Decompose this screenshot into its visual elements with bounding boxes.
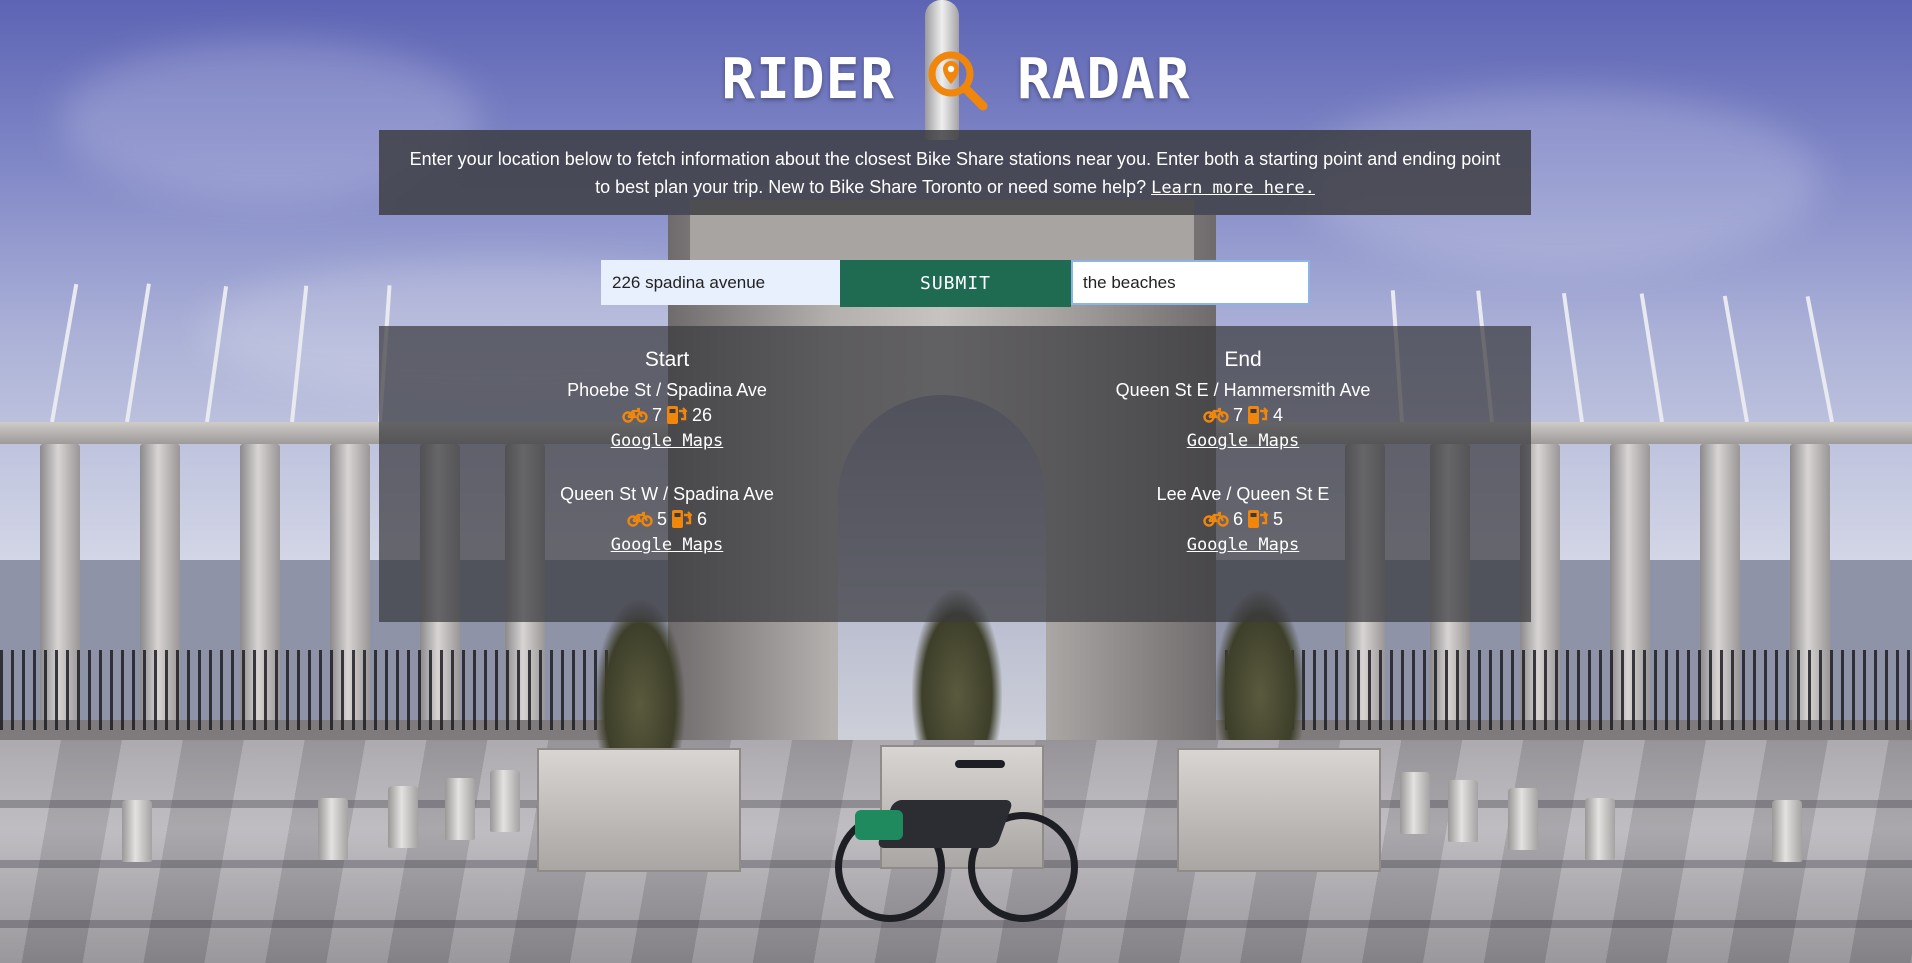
- station-name: Lee Ave / Queen St E: [1156, 484, 1330, 504]
- dock-station-icon: [1248, 406, 1269, 424]
- bollard: [318, 798, 348, 860]
- bollard: [1448, 780, 1478, 842]
- start-column: Start Phoebe St / Spadina Ave 7 26 Googl…: [379, 326, 955, 622]
- app-title: RIDER RADAR: [0, 44, 1912, 114]
- end-column: End Queen St E / Hammersmith Ave 7 4 Goo…: [955, 326, 1531, 622]
- bikes-available: 7: [651, 405, 662, 425]
- station-counts: 5 6: [379, 506, 955, 532]
- title-left: RIDER: [721, 46, 895, 112]
- station-counts: 7 26: [379, 402, 955, 428]
- bollard: [1772, 800, 1802, 862]
- station-name: Queen St E / Hammersmith Ave: [1115, 380, 1371, 400]
- plaza-stripe: [0, 920, 1912, 928]
- station-name: Queen St W / Spadina Ave: [560, 484, 774, 504]
- intro-panel: Enter your location below to fetch infor…: [379, 130, 1531, 215]
- station-name: Phoebe St / Spadina Ave: [567, 380, 767, 400]
- bollard: [1400, 772, 1430, 834]
- bike-handlebar: [955, 760, 1005, 768]
- bicycle-icon: [627, 511, 653, 527]
- start-heading: Start: [644, 348, 690, 371]
- intro-text: Enter your location below to fetch infor…: [409, 149, 1501, 197]
- google-maps-link[interactable]: Google Maps: [1187, 431, 1300, 451]
- bollard: [388, 786, 418, 848]
- bikes-available: 7: [1232, 405, 1243, 425]
- docks-available: 5: [1273, 509, 1284, 529]
- bike-basket: [855, 810, 903, 840]
- bicycle-icon: [622, 407, 648, 423]
- bollard: [122, 800, 152, 862]
- station-counts: 7 4: [955, 402, 1531, 428]
- docks-available: 26: [691, 405, 713, 425]
- search-form: SUBMIT: [601, 260, 1310, 307]
- planter: [1177, 748, 1381, 872]
- station-counts: 6 5: [955, 506, 1531, 532]
- tree: [595, 600, 685, 750]
- iron-fence: [1225, 650, 1912, 730]
- bikes-available: 6: [1232, 509, 1243, 529]
- learn-more-link[interactable]: Learn more here.: [1151, 178, 1315, 198]
- start-location-input[interactable]: [601, 260, 840, 305]
- title-right: RADAR: [1017, 46, 1191, 112]
- dock-station-icon: [666, 406, 688, 424]
- google-maps-link[interactable]: Google Maps: [1187, 535, 1300, 555]
- google-maps-link[interactable]: Google Maps: [611, 535, 724, 555]
- bollard: [445, 778, 475, 840]
- bicycle-icon: [1203, 511, 1229, 527]
- station-card: Queen St E / Hammersmith Ave 7 4 Google …: [955, 378, 1531, 454]
- bicycle-icon: [1203, 407, 1229, 423]
- bollard: [1585, 798, 1615, 860]
- bikes-available: 5: [656, 509, 667, 529]
- station-card: Lee Ave / Queen St E 6 5 Google Maps: [955, 482, 1531, 558]
- results-panel: Start Phoebe St / Spadina Ave 7 26 Googl…: [379, 326, 1531, 622]
- google-maps-link[interactable]: Google Maps: [611, 431, 724, 451]
- bollard: [490, 770, 520, 832]
- end-heading: End: [1224, 348, 1262, 371]
- planter: [537, 748, 741, 872]
- submit-button[interactable]: SUBMIT: [840, 260, 1071, 307]
- docks-available: 4: [1273, 405, 1284, 425]
- docks-available: 6: [697, 509, 708, 529]
- bollard: [1508, 788, 1538, 850]
- dock-station-icon: [672, 510, 693, 528]
- dock-station-icon: [1248, 510, 1269, 528]
- end-location-input[interactable]: [1071, 260, 1310, 305]
- station-card: Phoebe St / Spadina Ave 7 26 Google Maps: [379, 378, 955, 454]
- iron-fence: [0, 650, 660, 730]
- station-card: Queen St W / Spadina Ave 5 6 Google Maps: [379, 482, 955, 558]
- magnifier-pin-icon: [928, 51, 988, 111]
